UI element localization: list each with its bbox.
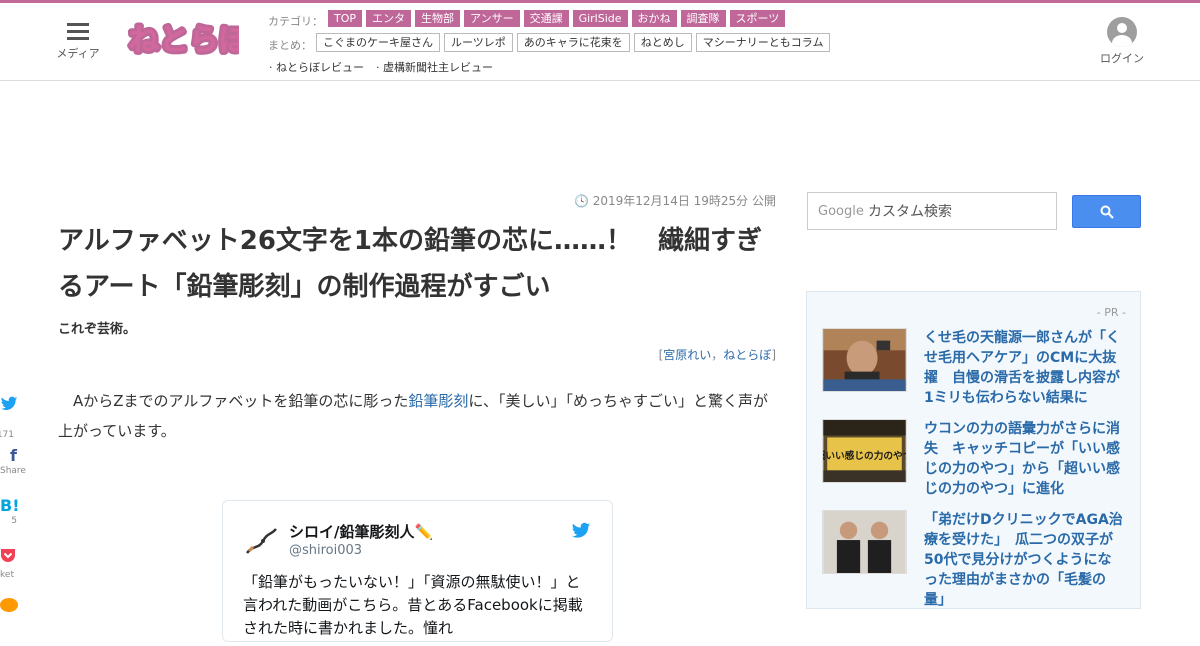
share-bar: 171 f Share B! 5 Pocket	[0, 396, 26, 646]
site-logo[interactable]: ねとらぼ ねとらぼ	[127, 16, 239, 62]
pr-thumbnail[interactable]	[822, 328, 907, 392]
tweet-author-handle[interactable]: @shiroi003	[289, 543, 362, 558]
google-brand-label: Google	[818, 204, 864, 219]
review-links: · ねとらぼレビュー · 虚構新聞社主レビュー	[269, 59, 493, 75]
pr-thumbnail[interactable]	[822, 510, 907, 574]
category-tag-seibutsubu[interactable]: 生物部	[415, 10, 461, 27]
logo-text: ねとらぼ	[129, 23, 239, 58]
facebook-share-button[interactable]: f Share	[0, 446, 26, 496]
author-link[interactable]: 宮原れい	[663, 348, 711, 362]
hatena-icon: B!	[0, 496, 20, 515]
matome-link[interactable]: ルーツレポ	[444, 33, 513, 52]
twitter-icon	[0, 396, 18, 411]
custom-search-box: Google	[807, 192, 1057, 230]
pr-item-title[interactable]: くせ毛の天龍源一郎さんが「くせ毛用ヘアケア」のCMに大抜擢 自慢の滑舌を披露し内…	[924, 328, 1124, 408]
category-tag-sports[interactable]: スポーツ	[729, 10, 786, 27]
category-tag-chosatai[interactable]: 調査隊	[680, 10, 726, 27]
review-link[interactable]: · 虚構新聞社主レビュー	[376, 59, 493, 75]
login-label: ログイン	[1100, 52, 1144, 65]
hatena-bookmark-button[interactable]: B! 5	[0, 496, 20, 546]
category-nav: TOP エンタ 生物部 アンサー 交通課 GirlSide おかね 調査隊 スポ…	[328, 10, 786, 27]
hamburger-icon	[55, 23, 101, 40]
matome-link[interactable]: こぐまのケーキ屋さん	[316, 33, 440, 52]
category-tag-answer[interactable]: アンサー	[464, 10, 520, 27]
body-link-pencil-carving[interactable]: 鉛筆彫刻	[408, 392, 468, 410]
category-tag-enta[interactable]: エンタ	[366, 10, 412, 27]
pr-thumbnail-text: 超いい感じの力のやつ	[822, 449, 907, 462]
pr-thumbnail[interactable]: 超いい感じの力のやつ	[822, 419, 907, 483]
site-header: メディア ねとらぼ ねとらぼ カテゴリ： TOP エンタ 生物部 アンサー 交通…	[0, 3, 1200, 81]
menu-button[interactable]: メディア	[55, 23, 101, 61]
clock-icon: 🕓	[573, 194, 589, 208]
menu-label: メディア	[56, 47, 100, 60]
pencil-carving-avatar-icon	[246, 528, 277, 554]
category-tag-top[interactable]: TOP	[328, 10, 363, 27]
twitter-share-button[interactable]: 171	[0, 396, 20, 446]
hatena-count: 5	[11, 516, 17, 526]
speech-bubble-icon	[0, 598, 18, 612]
twitter-icon[interactable]	[571, 521, 591, 541]
pr-label: - PR -	[1096, 306, 1126, 319]
user-icon	[1107, 17, 1137, 47]
publish-date: 🕓 2019年12月14日 19時25分 公開	[573, 194, 776, 208]
article-subtitle: これぞ芸術。	[58, 322, 137, 337]
article-title: アルファベット26文字を1本の鉛筆の芯に……！ 繊細すぎるアート「鉛筆彫刻」の制…	[58, 226, 763, 302]
tweet-author-name[interactable]: シロイ/鉛筆彫刻人✏️	[289, 521, 433, 542]
matome-nav: こぐまのケーキ屋さん ルーツレポ あのキャラに花束を ねとめし マシーナリーとも…	[316, 33, 831, 52]
matome-link[interactable]: マシーナリーともコラム	[695, 33, 831, 52]
matome-link[interactable]: ねとめし	[633, 33, 692, 52]
pocket-button[interactable]: Pocket	[0, 546, 20, 596]
matome-label: まとめ：	[268, 39, 312, 52]
embedded-tweet[interactable]: シロイ/鉛筆彫刻人✏️ @shiroi003 「鉛筆がもったいない！」「資源の無…	[222, 500, 613, 642]
review-link[interactable]: · ねとらぼレビュー	[269, 59, 364, 75]
login-button[interactable]: ログイン	[1098, 17, 1146, 66]
facebook-share-label: Share	[0, 466, 26, 476]
facebook-icon: f	[10, 446, 17, 465]
byline: [宮原れい，ねとらぼ]	[658, 348, 776, 362]
twitter-count: 171	[0, 430, 14, 440]
category-label: カテゴリ：	[268, 15, 323, 28]
category-tag-okane[interactable]: おかね	[631, 10, 677, 27]
article-body: AからZまでのアルファベットを鉛筆の芯に彫った鉛筆彫刻に、「美しい」「めっちゃす…	[58, 392, 768, 440]
pr-item-title[interactable]: ウコンの力の語彙力がさらに消失 キャッチコピーが「いい感じの力のやつ」から「超い…	[924, 419, 1124, 499]
pr-sidebar: - PR - くせ毛の天龍源一郎さんが「くせ毛用ヘアケア」のCMに大抜擢 自慢の…	[806, 291, 1141, 609]
search-button[interactable]	[1072, 195, 1141, 228]
outlet-link[interactable]: ねとらぼ	[723, 348, 771, 362]
line-share-button[interactable]	[0, 596, 20, 646]
matome-link[interactable]: あのキャラに花束を	[516, 33, 630, 52]
search-icon	[1100, 205, 1114, 219]
category-tag-kotsuka[interactable]: 交通課	[523, 10, 569, 27]
pr-item-title[interactable]: 「弟だけDクリニックでAGA治療を受けた」 瓜二つの双子が50代で見分けがつくよ…	[924, 510, 1124, 610]
pocket-label: Pocket	[0, 570, 14, 580]
pocket-icon	[1, 549, 15, 562]
search-input[interactable]	[866, 201, 1050, 223]
category-tag-girlside[interactable]: GirlSide	[572, 10, 628, 27]
